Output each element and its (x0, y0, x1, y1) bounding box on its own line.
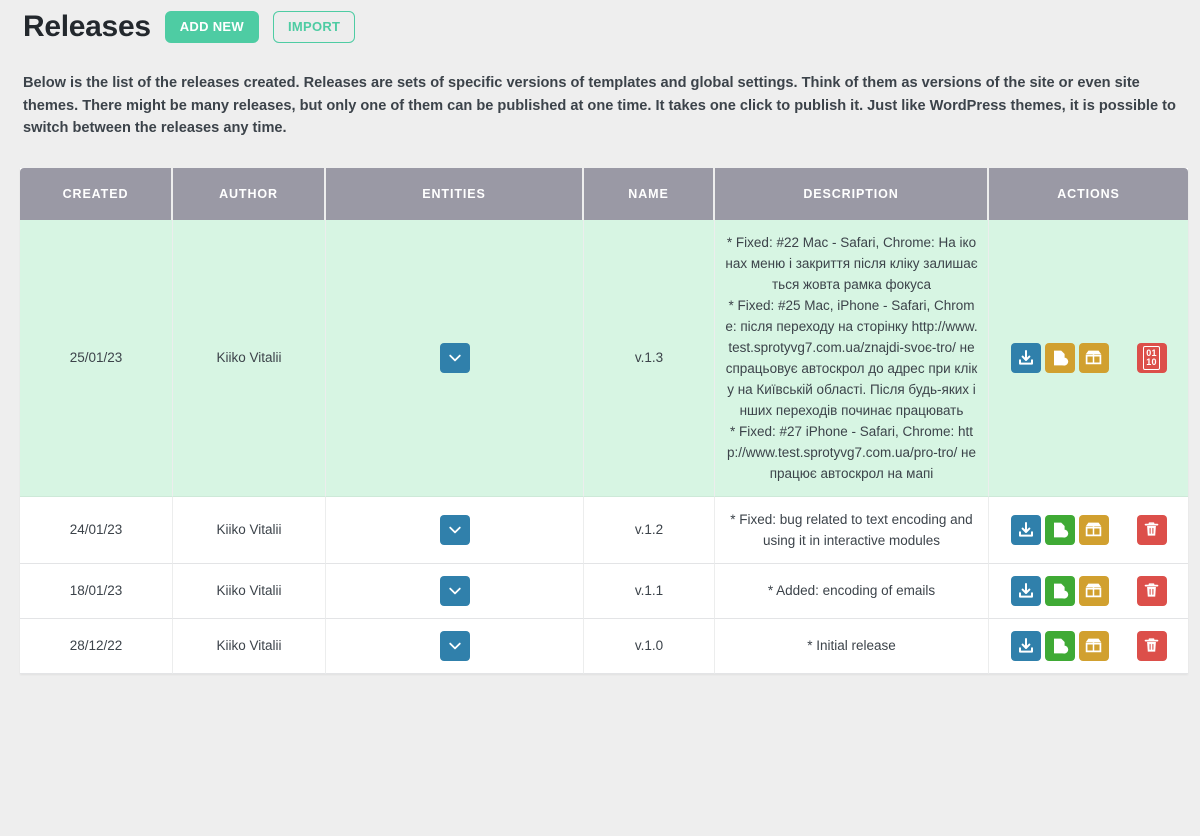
open-box-icon (1084, 520, 1103, 539)
download-release-button[interactable] (1010, 575, 1041, 606)
delete-release-button[interactable] (1136, 575, 1167, 606)
page-title: Releases (23, 10, 151, 43)
table-row: 18/01/23 Kiiko Vitalii v.1.1 * Added: encod… (20, 563, 1188, 619)
trash-icon (1143, 637, 1160, 654)
cell-created: 18/01/23 (20, 563, 173, 619)
cell-author: Kiiko Vitalii (173, 219, 326, 497)
add-new-button[interactable]: ADD NEW (164, 11, 259, 43)
download-icon (1017, 521, 1035, 539)
cell-name: v.1.0 (584, 618, 715, 674)
edit-release-button[interactable] (1044, 575, 1075, 606)
cell-author: Kiiko Vitalii (173, 563, 326, 619)
column-header-description: DESCRIPTION (715, 167, 989, 220)
entities-expand-button[interactable] (439, 575, 470, 606)
open-box-icon (1084, 581, 1103, 600)
download-release-button[interactable] (1010, 630, 1041, 661)
releases-table-container: CREATED AUTHOR ENTITIES NAME DESCRIPTION… (0, 167, 1200, 674)
cell-name: v.1.2 (584, 496, 715, 564)
cell-author: Kiiko Vitalii (173, 496, 326, 564)
column-header-entities: ENTITIES (326, 167, 584, 220)
page-header: Releases ADD NEW IMPORT (0, 0, 1200, 46)
cell-name: v.1.1 (584, 563, 715, 619)
download-release-button[interactable] (1010, 514, 1041, 545)
cell-description: * Fixed: #22 Mac - Safari, Chrome: На ік… (715, 219, 989, 497)
cell-actions: 01 10 (989, 219, 1188, 497)
cell-description: * Added: encoding of emails (715, 563, 989, 619)
cell-actions (989, 496, 1188, 564)
open-box-icon (1084, 636, 1103, 655)
cell-description: * Initial release (715, 618, 989, 674)
table-row: 25/01/23 Kiiko Vitalii v.1.3 * Fixed: #22 M… (20, 219, 1188, 497)
edit-release-button[interactable] (1044, 630, 1075, 661)
document-settings-icon (1051, 637, 1069, 655)
download-icon (1017, 582, 1035, 600)
edit-release-button[interactable] (1044, 514, 1075, 545)
cell-description: * Fixed: bug related to text encoding an… (715, 496, 989, 564)
entities-expand-button[interactable] (439, 514, 470, 545)
trash-icon (1143, 582, 1160, 599)
publish-release-button[interactable] (1078, 630, 1109, 661)
table-header-row: CREATED AUTHOR ENTITIES NAME DESCRIPTION… (20, 167, 1188, 220)
chevron-down-icon (447, 350, 463, 366)
table-header: CREATED AUTHOR ENTITIES NAME DESCRIPTION… (20, 167, 1188, 220)
cell-entities (326, 219, 584, 497)
cell-author: Kiiko Vitalii (173, 618, 326, 674)
chevron-down-icon (447, 522, 463, 538)
publish-release-button[interactable] (1078, 342, 1109, 373)
action-button-group (999, 575, 1178, 606)
column-header-name: NAME (584, 167, 715, 220)
releases-page: Releases ADD NEW IMPORT Below is the lis… (0, 0, 1200, 836)
releases-table: CREATED AUTHOR ENTITIES NAME DESCRIPTION… (20, 167, 1188, 674)
binary-code-glyph: 01 10 (1143, 345, 1160, 370)
cell-name: v.1.3 (584, 219, 715, 497)
cell-actions (989, 563, 1188, 619)
document-settings-icon (1051, 521, 1069, 539)
download-icon (1017, 349, 1035, 367)
download-icon (1017, 637, 1035, 655)
cell-entities (326, 496, 584, 564)
action-button-group: 01 10 (999, 342, 1178, 373)
publish-release-button[interactable] (1078, 514, 1109, 545)
column-header-actions: ACTIONS (989, 167, 1188, 220)
cell-created: 24/01/23 (20, 496, 173, 564)
source-code-button[interactable]: 01 10 (1136, 342, 1167, 373)
column-header-author: AUTHOR (173, 167, 326, 220)
open-box-icon (1084, 348, 1103, 367)
cell-created: 28/12/22 (20, 618, 173, 674)
cell-actions (989, 618, 1188, 674)
action-button-group (999, 630, 1178, 661)
entities-expand-button[interactable] (439, 342, 470, 373)
document-settings-icon (1051, 349, 1069, 367)
cell-entities (326, 563, 584, 619)
table-row: 28/12/22 Kiiko Vitalii v.1.0 * Initial rele… (20, 618, 1188, 674)
entities-expand-button[interactable] (439, 630, 470, 661)
binary-bottom: 10 (1146, 356, 1157, 367)
chevron-down-icon (447, 583, 463, 599)
delete-release-button[interactable] (1136, 514, 1167, 545)
chevron-down-icon (447, 638, 463, 654)
table-row: 24/01/23 Kiiko Vitalii v.1.2 * Fixed: bug r… (20, 496, 1188, 564)
import-button[interactable]: IMPORT (272, 11, 356, 43)
download-release-button[interactable] (1010, 342, 1041, 373)
cell-created: 25/01/23 (20, 219, 173, 497)
trash-icon (1143, 521, 1160, 538)
cell-entities (326, 618, 584, 674)
table-body: 25/01/23 Kiiko Vitalii v.1.3 * Fixed: #22 M… (20, 219, 1188, 674)
publish-release-button[interactable] (1078, 575, 1109, 606)
column-header-created: CREATED (20, 167, 173, 220)
action-button-group (999, 514, 1178, 545)
binary-code-icon: 01 10 (1143, 345, 1160, 370)
document-settings-icon (1051, 582, 1069, 600)
delete-release-button[interactable] (1136, 630, 1167, 661)
edit-release-button[interactable] (1044, 342, 1075, 373)
intro-description: Below is the list of the releases create… (23, 75, 1176, 136)
